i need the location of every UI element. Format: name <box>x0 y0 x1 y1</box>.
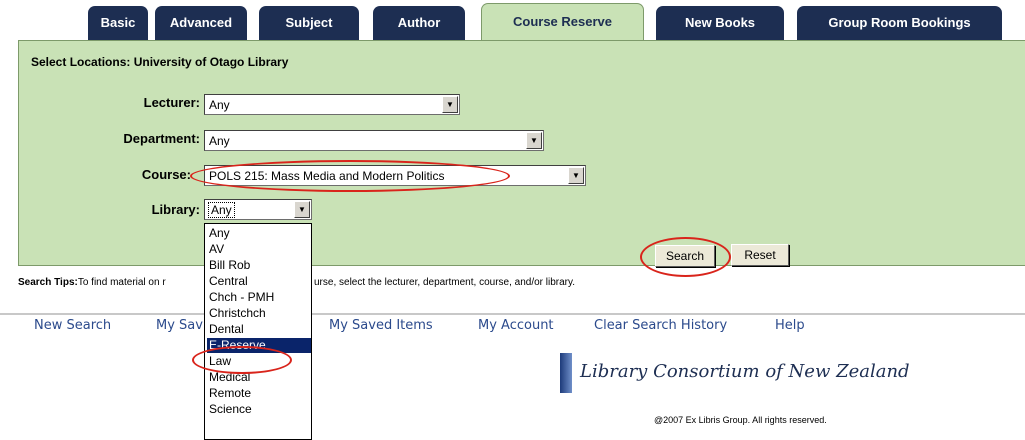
panel-title: Select Locations: University of Otago Li… <box>31 55 289 69</box>
chevron-down-icon[interactable]: ▼ <box>294 201 310 218</box>
tab-bar: Basic Advanced Subject Author Course Res… <box>0 0 1025 41</box>
library-select[interactable]: Any ▼ <box>204 199 312 220</box>
lecturer-value: Any <box>209 97 230 112</box>
chevron-down-icon[interactable]: ▼ <box>568 167 584 184</box>
consortium-logo-icon <box>560 353 572 393</box>
footer-link-my-account[interactable]: My Account <box>478 318 554 333</box>
footer-link-clear-search-history[interactable]: Clear Search History <box>594 318 727 333</box>
library-option-av[interactable]: AV <box>207 242 311 257</box>
department-select[interactable]: Any ▼ <box>204 130 544 151</box>
footer-link-my-saved-searches[interactable]: My Sav <box>156 318 203 333</box>
library-option-bill-rob[interactable]: Bill Rob <box>207 258 311 273</box>
footer-link-help[interactable]: Help <box>775 318 805 333</box>
footer-divider <box>0 313 1025 315</box>
tab-group-room-bookings[interactable]: Group Room Bookings <box>797 6 1002 40</box>
lecturer-select[interactable]: Any ▼ <box>204 94 460 115</box>
tab-author[interactable]: Author <box>373 6 465 40</box>
department-label: Department: <box>123 131 200 146</box>
course-select[interactable]: POLS 215: Mass Media and Modern Politics… <box>204 165 586 186</box>
copyright-text: @2007 Ex Libris Group. All rights reserv… <box>654 415 827 425</box>
search-tips: Search Tips:To find material on r <box>18 277 166 288</box>
search-tips-continuation: urse, select the lecturer, department, c… <box>314 277 575 288</box>
consortium-logo-text: Library Consortium of New Zealand <box>580 361 910 382</box>
library-value: Any <box>208 201 235 218</box>
reset-button[interactable]: Reset <box>731 244 789 266</box>
library-option-dental[interactable]: Dental <box>207 322 311 337</box>
library-option-science[interactable]: Science <box>207 402 311 417</box>
footer-link-my-saved-items[interactable]: My Saved Items <box>329 318 433 333</box>
library-option-law[interactable]: Law <box>207 354 311 369</box>
tab-advanced[interactable]: Advanced <box>155 6 247 40</box>
library-option-medical[interactable]: Medical <box>207 370 311 385</box>
library-dropdown-list[interactable]: Any AV Bill Rob Central Chch - PMH Chris… <box>204 223 312 440</box>
course-label: Course: <box>141 167 191 182</box>
library-option-chch-pmh[interactable]: Chch - PMH <box>207 290 311 305</box>
library-option-central[interactable]: Central <box>207 274 311 289</box>
tab-basic[interactable]: Basic <box>88 6 148 40</box>
lecturer-label: Lecturer: <box>143 95 200 110</box>
library-option-remote[interactable]: Remote <box>207 386 311 401</box>
course-value: POLS 215: Mass Media and Modern Politics <box>209 168 445 183</box>
tab-subject[interactable]: Subject <box>259 6 359 40</box>
search-tips-heading: Search Tips: <box>18 277 78 288</box>
search-button[interactable]: Search <box>655 245 715 267</box>
course-reserve-search-panel: Select Locations: University of Otago Li… <box>18 40 1025 266</box>
search-tips-text-left: To find material on r <box>77 277 166 288</box>
library-label: Library: <box>151 202 200 217</box>
library-option-any[interactable]: Any <box>207 226 311 241</box>
tab-new-books[interactable]: New Books <box>656 6 784 40</box>
chevron-down-icon[interactable]: ▼ <box>526 132 542 149</box>
footer-link-new-search[interactable]: New Search <box>34 318 111 333</box>
library-option-christchch[interactable]: Christchch <box>207 306 311 321</box>
search-tips-text-right: urse, select the lecturer, department, c… <box>314 277 576 288</box>
tab-course-reserve[interactable]: Course Reserve <box>481 3 644 41</box>
department-value: Any <box>209 133 230 148</box>
library-option-e-reserve[interactable]: E-Reserve <box>207 338 311 353</box>
chevron-down-icon[interactable]: ▼ <box>442 96 458 113</box>
